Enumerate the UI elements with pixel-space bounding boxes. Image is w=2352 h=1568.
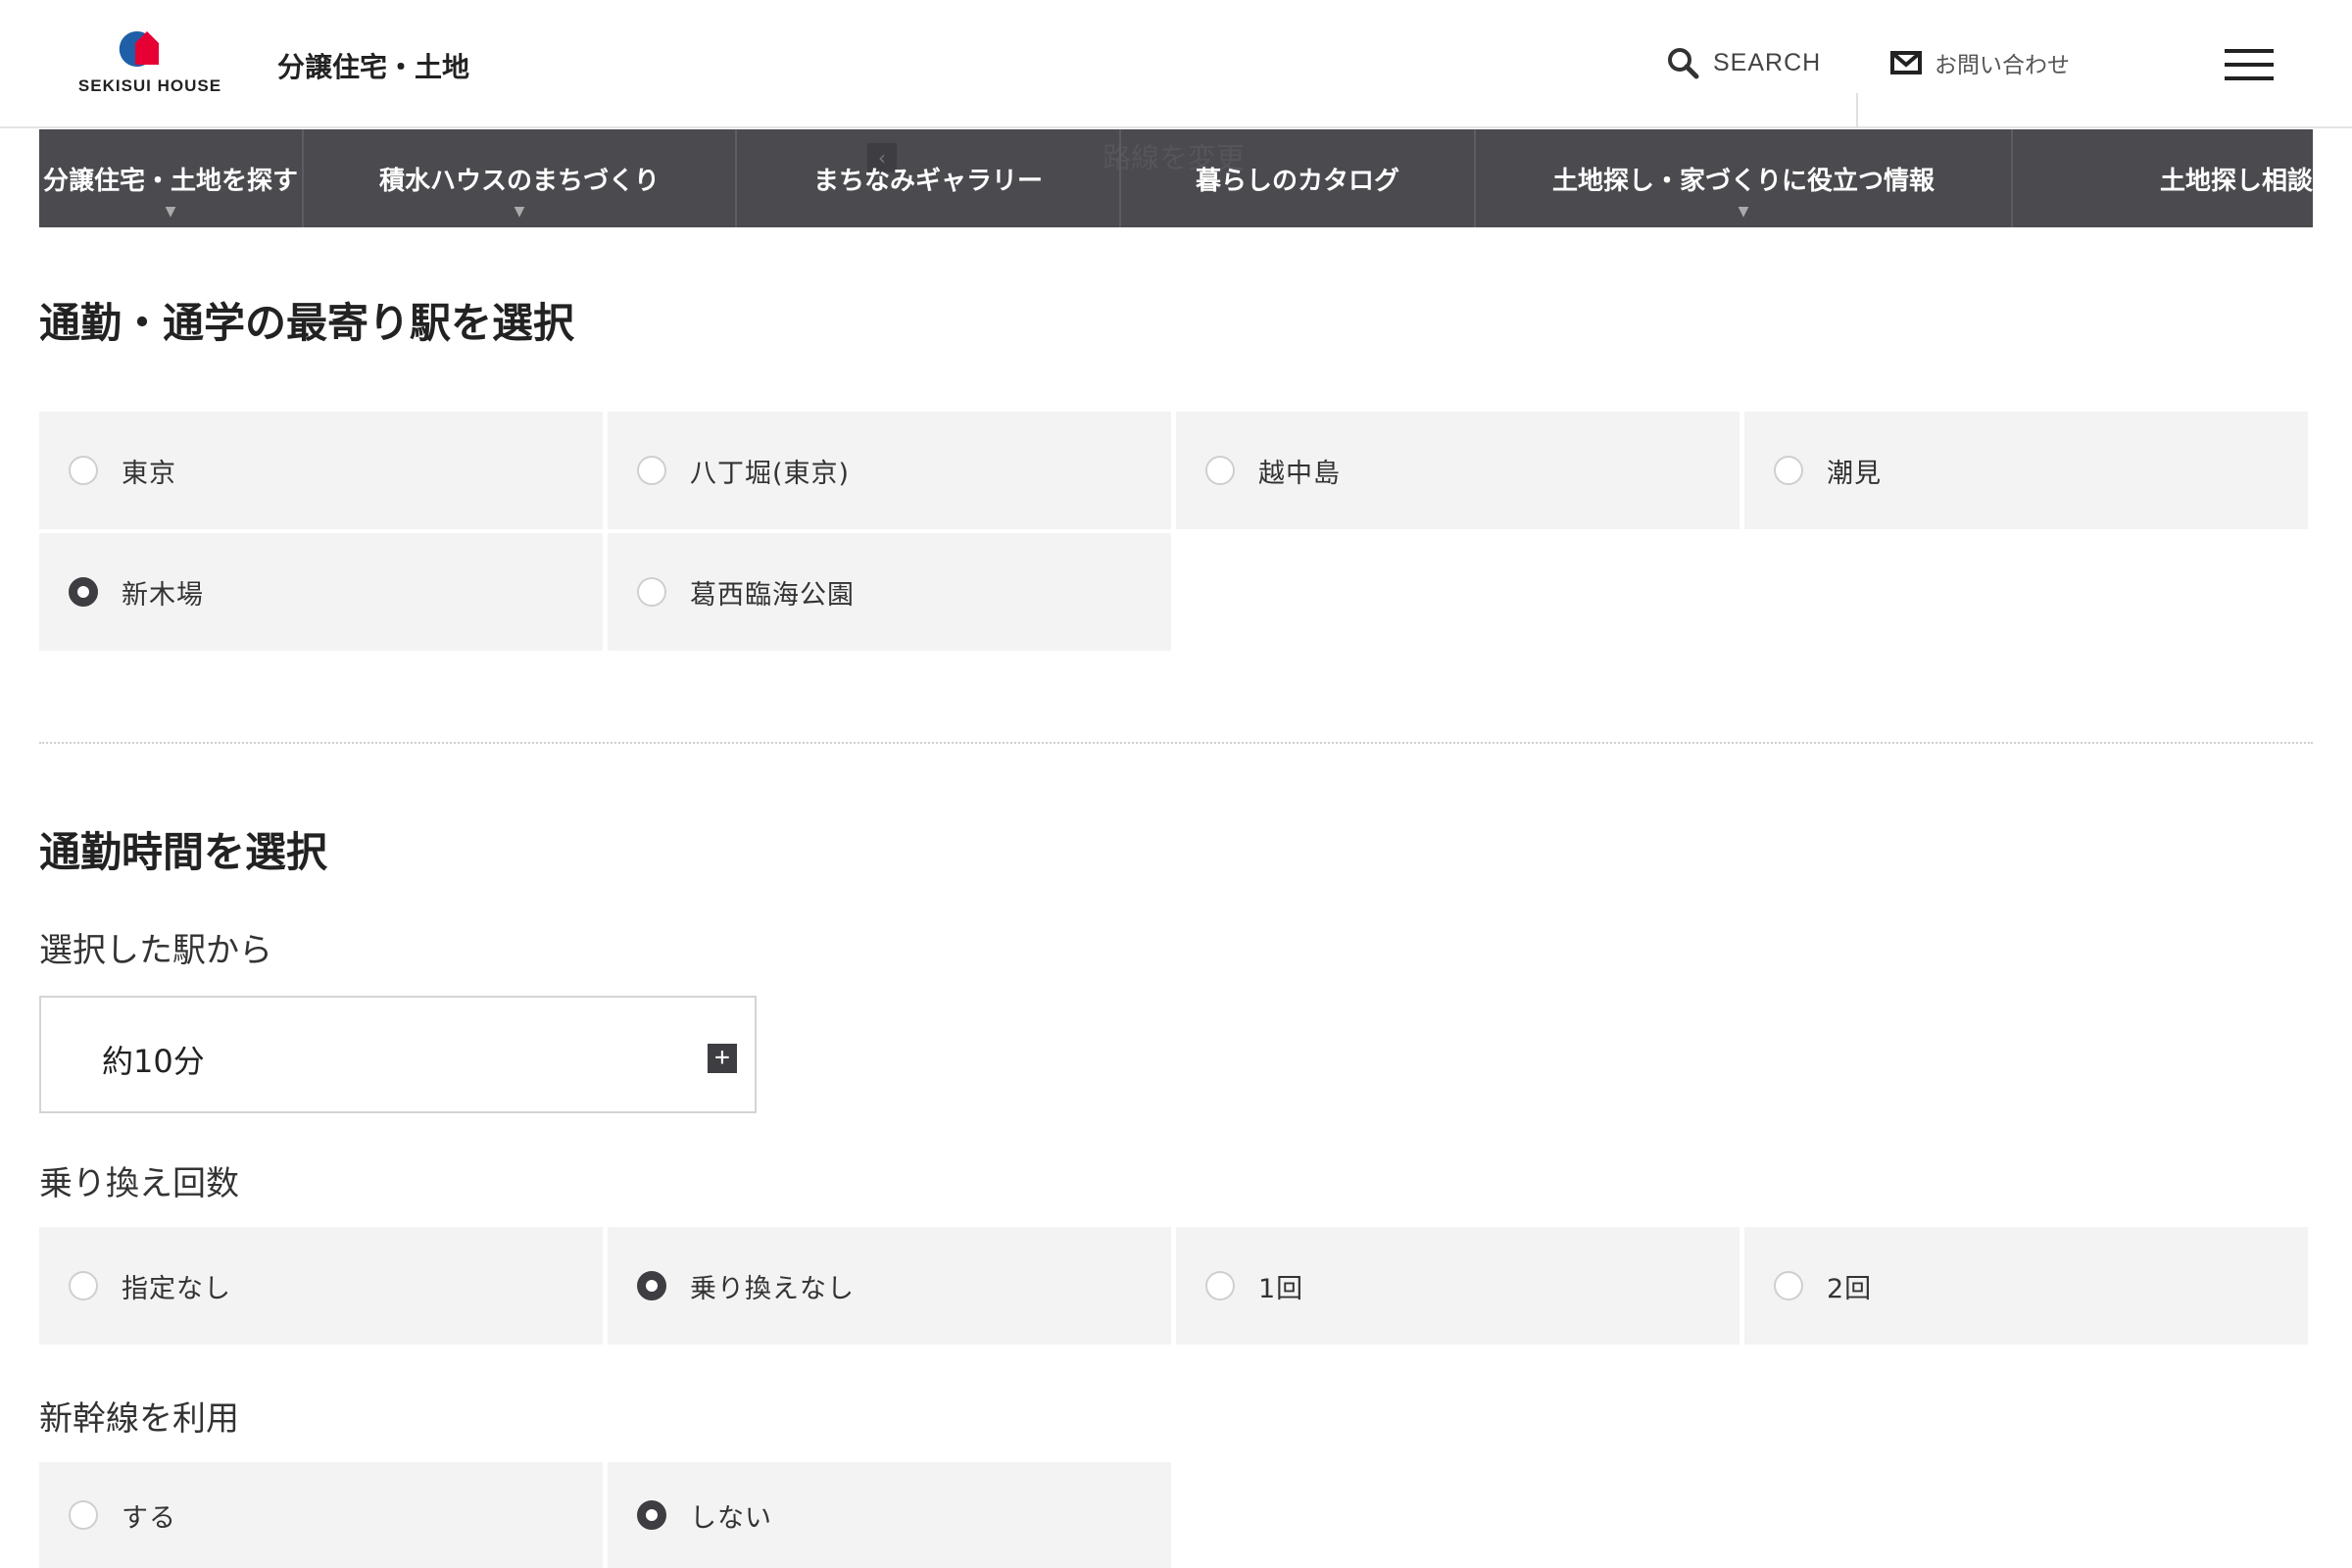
- nav-item-catalog[interactable]: 暮らしのカタログ: [1121, 129, 1476, 227]
- radio-button[interactable]: [637, 577, 666, 607]
- station-option-etchujima[interactable]: 越中島: [1176, 412, 1740, 529]
- option-label: しない: [690, 1502, 772, 1534]
- radio-button[interactable]: [1205, 456, 1235, 485]
- option-label: 東京: [122, 458, 176, 489]
- dropdown-arrow-icon: ▼: [1738, 204, 1749, 220]
- nav-item-label: 暮らしのカタログ: [1195, 166, 1399, 196]
- transfer-option-none[interactable]: 乗り換えなし: [608, 1227, 1171, 1345]
- radio-button[interactable]: [1774, 1271, 1803, 1300]
- option-label: 潮見: [1827, 458, 1882, 489]
- shinkansen-label: 新幹線を利用: [39, 1399, 239, 1439]
- dropdown-arrow-icon: ▼: [165, 204, 176, 220]
- nav-item-label: 分譲住宅・土地を探す: [42, 166, 298, 196]
- plus-icon: +: [708, 1044, 737, 1073]
- option-label: 葛西臨海公園: [690, 579, 855, 611]
- nav-item-useful-info[interactable]: 土地探し・家づくりに役立つ情報 ▼: [1476, 129, 2013, 227]
- hamburger-menu-icon[interactable]: [2225, 49, 2274, 80]
- radio-button[interactable]: [69, 1500, 98, 1530]
- station-option-shiomi[interactable]: 潮見: [1744, 412, 2308, 529]
- radio-button-checked[interactable]: [637, 1271, 666, 1300]
- mail-icon: [1890, 51, 1922, 74]
- shinkansen-option-no[interactable]: しない: [608, 1462, 1171, 1568]
- transfer-count-label: 乗り換え回数: [39, 1164, 239, 1203]
- site-title[interactable]: 分譲住宅・土地: [277, 46, 469, 85]
- radio-button[interactable]: [69, 456, 98, 485]
- transfer-option-one[interactable]: 1回: [1176, 1227, 1740, 1345]
- radio-button[interactable]: [1205, 1271, 1235, 1300]
- nav-item-label: 土地探し相談: [2159, 166, 2313, 196]
- radio-button[interactable]: [1774, 456, 1803, 485]
- logo-mark-icon: [119, 30, 159, 67]
- search-icon: [1668, 48, 1699, 79]
- sekisui-house-logo[interactable]: SEKISUI HOUSE: [76, 27, 223, 98]
- contact-link[interactable]: お問い合わせ: [1889, 43, 2070, 82]
- station-option-tokyo[interactable]: 東京: [39, 412, 603, 529]
- radio-button[interactable]: [637, 456, 666, 485]
- option-label: する: [122, 1502, 176, 1534]
- shinkansen-option-yes[interactable]: する: [39, 1462, 603, 1568]
- radio-button-checked[interactable]: [69, 577, 98, 607]
- commute-time-select[interactable]: 約10分 +: [39, 996, 757, 1113]
- from-station-label: 選択した駅から: [39, 931, 272, 970]
- station-section-heading: 通勤・通学の最寄り駅を選択: [39, 299, 575, 347]
- nav-item-consultation[interactable]: 土地探し相談: [2013, 129, 2313, 227]
- section-divider: [39, 742, 2313, 744]
- site-header: SEKISUI HOUSE 分譲住宅・土地 SEARCH お問い合わせ: [0, 0, 2352, 128]
- transfer-option-unspecified[interactable]: 指定なし: [39, 1227, 603, 1345]
- station-option-hatchobori[interactable]: 八丁堀(東京): [608, 412, 1171, 529]
- option-label: 新木場: [122, 579, 204, 611]
- nav-item-label: まちなみギャラリー: [812, 166, 1043, 196]
- logo-text: SEKISUI HOUSE: [77, 76, 222, 95]
- option-label: 越中島: [1258, 458, 1341, 489]
- search-label: SEARCH: [1713, 48, 1822, 76]
- contact-label: お問い合わせ: [1935, 53, 2070, 78]
- nav-item-town-planning[interactable]: 積水ハウスのまちづくり ▼: [304, 129, 737, 227]
- commute-time-value: 約10分: [102, 1043, 205, 1080]
- option-label: 八丁堀(東京): [690, 458, 851, 489]
- dropdown-arrow-icon: ▼: [514, 204, 525, 220]
- radio-button[interactable]: [69, 1271, 98, 1300]
- search-button[interactable]: SEARCH: [1666, 43, 1821, 82]
- option-label: 指定なし: [122, 1273, 231, 1304]
- nav-item-gallery[interactable]: まちなみギャラリー: [737, 129, 1121, 227]
- radio-button-checked[interactable]: [637, 1500, 666, 1530]
- main-nav: ‹ 路線を変更 分譲住宅・土地を探す ▼ 積水ハウスのまちづくり ▼ まちなみギ…: [39, 129, 2313, 227]
- option-label: 乗り換えなし: [690, 1273, 855, 1304]
- nav-item-label: 積水ハウスのまちづくり: [378, 166, 660, 196]
- transfer-option-two[interactable]: 2回: [1744, 1227, 2308, 1345]
- header-divider: [1856, 93, 1858, 128]
- option-label: 2回: [1827, 1273, 1873, 1304]
- option-label: 1回: [1258, 1273, 1304, 1304]
- nav-item-label: 土地探し・家づくりに役立つ情報: [1551, 166, 1935, 196]
- station-option-shinkiba[interactable]: 新木場: [39, 533, 603, 651]
- station-option-kasai-rinkai-koen[interactable]: 葛西臨海公園: [608, 533, 1171, 651]
- commute-section-heading: 通勤時間を選択: [39, 828, 328, 876]
- nav-item-search-homes[interactable]: 分譲住宅・土地を探す ▼: [39, 129, 304, 227]
